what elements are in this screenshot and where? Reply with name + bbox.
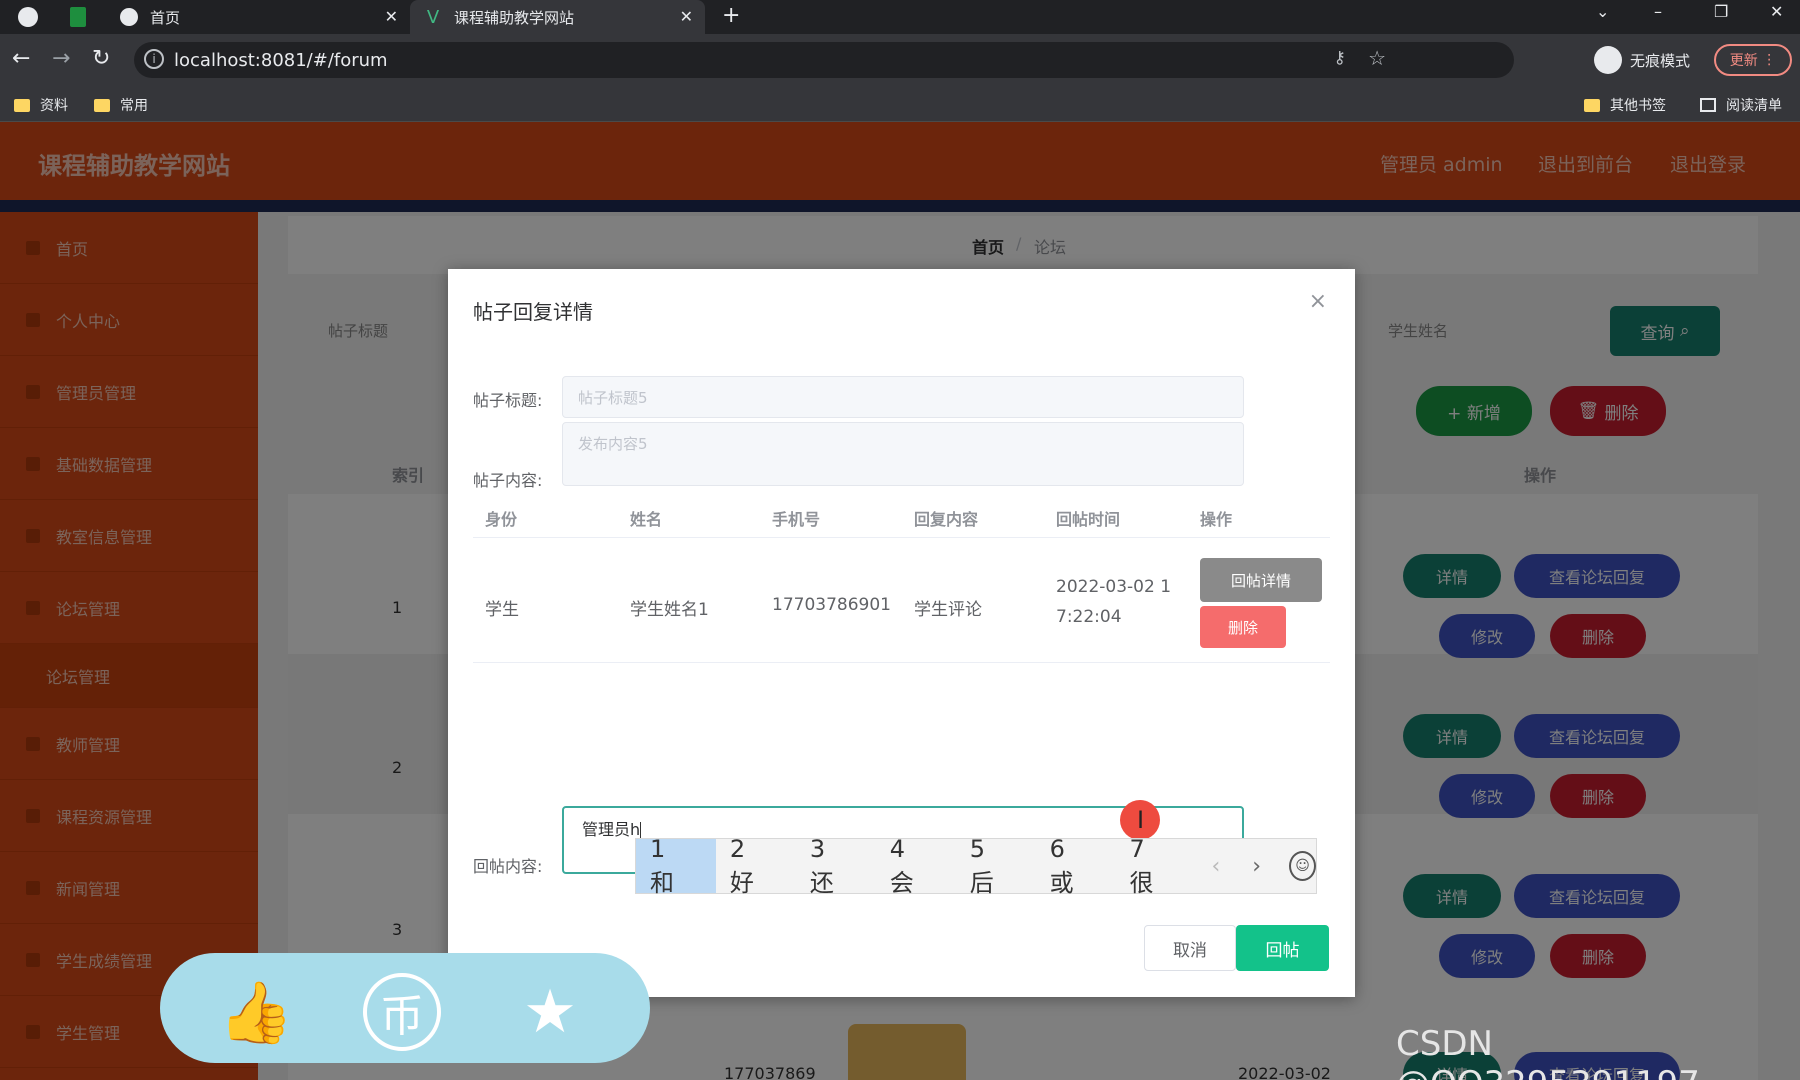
window-close-icon[interactable]: ✕ xyxy=(1770,2,1783,21)
ime-candidate[interactable]: 6 或 xyxy=(1036,835,1116,897)
col-content-header: 回复内容 xyxy=(914,510,979,529)
tab-home-label: 首页 xyxy=(150,8,181,27)
reload-icon[interactable]: ↻ xyxy=(92,46,110,71)
update-button[interactable]: 更新 ⋮ xyxy=(1714,44,1792,76)
sheets-tab-icon[interactable] xyxy=(70,7,86,27)
ime-candidate[interactable]: 4 会 xyxy=(876,835,956,897)
bookmark-label: 常用 xyxy=(120,98,148,114)
ibeam-cursor-icon: I xyxy=(1137,806,1145,834)
address-bar[interactable]: i localhost:8081/#/forum ⚷ ☆ xyxy=(134,42,1514,78)
tab-search-icon[interactable]: ⌄ xyxy=(1596,2,1609,21)
browser-tabbar: 首页 ✕ V 课程辅助教学网站 ✕ + ⌄ – ❐ ✕ xyxy=(0,0,1800,34)
browser-menu-icon[interactable] xyxy=(18,7,38,27)
col-phone-header: 手机号 xyxy=(772,510,821,529)
reply-phone: 17703786901 xyxy=(772,595,891,615)
table-divider xyxy=(473,662,1330,663)
password-key-icon[interactable]: ⚷ xyxy=(1334,48,1346,68)
floating-action-bar: 👍 币 ★ xyxy=(160,953,650,1063)
post-title-label: 帖子标题: xyxy=(473,391,543,410)
tab-course-label: 课程辅助教学网站 xyxy=(454,8,575,27)
browser-toolbar: ← → ↻ i localhost:8081/#/forum ⚷ ☆ 无痕模式 … xyxy=(0,34,1800,86)
ime-candidate[interactable]: 7 很 xyxy=(1116,835,1196,897)
bookmark-folder-2[interactable]: 常用 xyxy=(94,95,148,115)
post-title-field: 帖子标题5 xyxy=(562,376,1244,418)
ime-candidate[interactable]: 2 好 xyxy=(716,835,796,897)
favorite-star-icon[interactable]: ★ xyxy=(510,977,590,1047)
back-icon[interactable]: ← xyxy=(12,46,30,71)
reading-list[interactable]: 阅读清单 xyxy=(1700,95,1782,115)
emoji-icon[interactable]: ☺ xyxy=(1289,851,1316,881)
reply-role: 学生 xyxy=(485,600,519,620)
tab-home[interactable]: 首页 ✕ xyxy=(110,0,410,34)
restore-icon[interactable]: ❐ xyxy=(1714,2,1728,21)
dialog-title: 帖子回复详情 xyxy=(473,300,593,324)
post-content-label: 帖子内容: xyxy=(473,471,543,490)
coin-icon[interactable]: 币 xyxy=(362,973,442,1051)
bookmark-label: 阅读清单 xyxy=(1726,98,1782,114)
ime-next-icon[interactable]: › xyxy=(1236,854,1277,879)
reply-content-label: 回帖内容: xyxy=(473,857,543,876)
close-tab-icon[interactable]: ✕ xyxy=(680,7,693,26)
bookmark-label: 资料 xyxy=(40,98,68,114)
bookmark-star-icon[interactable]: ☆ xyxy=(1368,46,1386,70)
reply-input-text: 管理员h xyxy=(582,820,641,839)
bookmark-label: 其他书签 xyxy=(1610,98,1666,114)
folder-icon xyxy=(94,98,110,112)
submit-reply-button[interactable]: 回帖 xyxy=(1236,925,1329,971)
url-text[interactable]: localhost:8081/#/forum xyxy=(174,50,388,71)
close-tab-icon[interactable]: ✕ xyxy=(385,7,398,26)
reply-name: 学生姓名1 xyxy=(630,600,709,620)
bookmarks-bar: 资料 常用 其他书签 阅读清单 xyxy=(0,86,1800,122)
site-info-icon[interactable]: i xyxy=(144,49,164,69)
table-divider xyxy=(473,537,1330,538)
reading-list-icon xyxy=(1700,98,1716,112)
reply-content: 学生评论 xyxy=(914,600,982,620)
cancel-button[interactable]: 取消 xyxy=(1144,925,1236,971)
thumbs-up-icon[interactable]: 👍 xyxy=(216,977,296,1048)
ime-candidate[interactable]: 5 后 xyxy=(956,835,1036,897)
incognito-icon xyxy=(1594,46,1622,74)
col-role-header: 身份 xyxy=(485,510,518,529)
reply-time-line1: 2022-03-02 1 xyxy=(1056,577,1172,597)
ime-candidate[interactable]: 1 和 xyxy=(636,835,716,897)
ime-prev-icon[interactable]: ‹ xyxy=(1195,854,1236,879)
col-time-header: 回帖时间 xyxy=(1056,510,1121,529)
text-caret xyxy=(640,821,642,840)
new-tab-icon[interactable]: + xyxy=(722,3,740,28)
folder-icon xyxy=(14,98,30,112)
vue-logo-icon: V xyxy=(426,6,440,28)
reply-detail-button[interactable]: 回帖详情 xyxy=(1200,558,1322,602)
col-name-header: 姓名 xyxy=(630,510,663,529)
bookmark-folder-1[interactable]: 资料 xyxy=(14,95,68,115)
col-action-header: 操作 xyxy=(1200,510,1233,529)
update-label: 更新 xyxy=(1729,53,1758,69)
ime-candidate-bar: 1 和 2 好 3 还 4 会 5 后 6 或 7 很 ‹ › ☺ xyxy=(635,835,1317,897)
minimize-icon[interactable]: – xyxy=(1654,2,1662,21)
forward-icon[interactable]: → xyxy=(52,46,70,71)
globe-icon xyxy=(120,8,138,26)
watermark: CSDN @QQ3295391197 xyxy=(1396,1024,1700,1080)
dialog-close-icon[interactable]: × xyxy=(1309,289,1327,314)
bookmark-folder-other[interactable]: 其他书签 xyxy=(1584,95,1666,115)
reply-delete-button[interactable]: 删除 xyxy=(1200,606,1286,648)
post-content-field: 发布内容5 xyxy=(562,422,1244,486)
coin-glyph: 币 xyxy=(363,973,441,1051)
incognito-label: 无痕模式 xyxy=(1630,51,1691,70)
incognito-indicator[interactable]: 无痕模式 xyxy=(1594,46,1690,74)
tab-course-site[interactable]: V 课程辅助教学网站 ✕ xyxy=(410,0,705,34)
folder-icon xyxy=(1584,98,1600,112)
reply-time-line2: 7:22:04 xyxy=(1056,607,1122,627)
ime-candidate[interactable]: 3 还 xyxy=(796,835,876,897)
